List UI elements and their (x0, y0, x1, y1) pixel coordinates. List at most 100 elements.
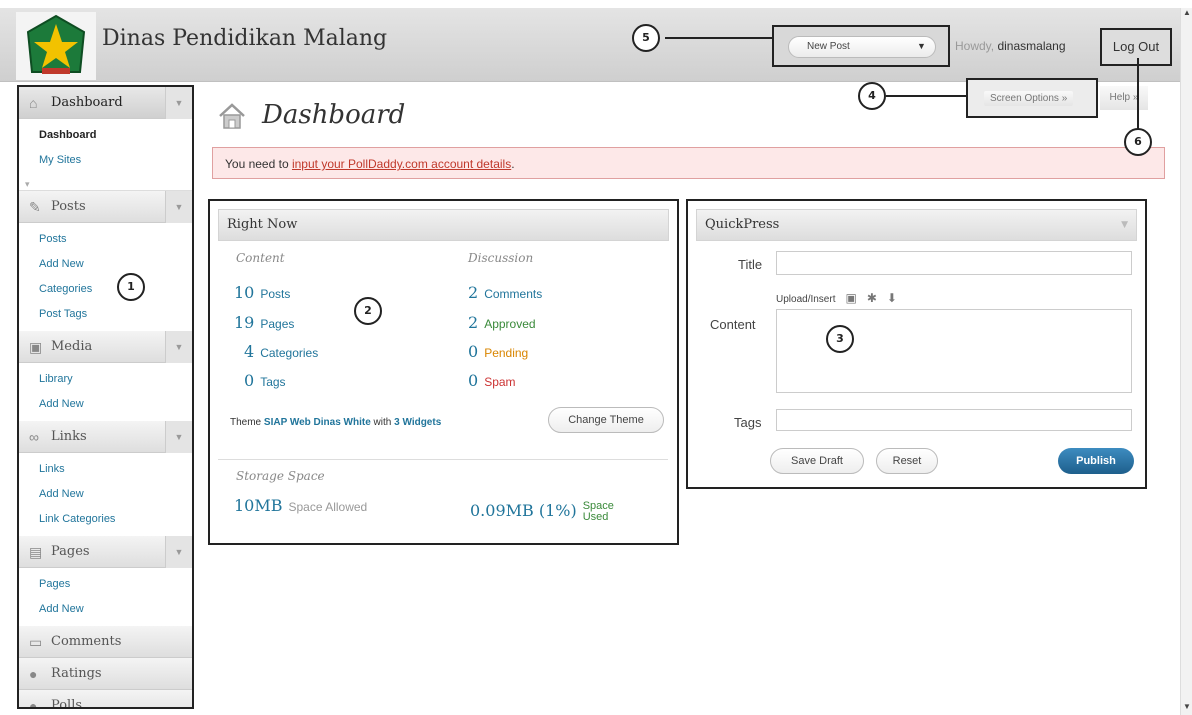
polldaddy-account-link[interactable]: input your PollDaddy.com account details (292, 157, 511, 171)
download-icon[interactable]: ⬇ (887, 291, 897, 305)
help-button[interactable]: Help » (1100, 86, 1148, 110)
stat-posts[interactable]: 10 Posts (234, 283, 290, 302)
submenu-item[interactable]: Add New (39, 392, 192, 417)
submenu-item[interactable]: Posts (39, 227, 192, 252)
logout-button[interactable]: Log Out (1100, 28, 1172, 66)
chevron-down-icon[interactable]: ▼ (917, 41, 926, 51)
menu-dashboard[interactable]: ⌂ Dashboard ▼ (19, 87, 192, 119)
save-draft-button[interactable]: Save Draft (770, 448, 864, 474)
menu-pages[interactable]: ▤ Pages ▼ (19, 536, 192, 568)
page-scrollbar[interactable]: ▲ ▼ (1180, 8, 1192, 715)
site-title[interactable]: Dinas Pendidikan Malang (102, 26, 387, 51)
stat-spam[interactable]: 0 Spam (468, 371, 516, 390)
menu-toggle-icon[interactable]: ▼ (165, 87, 192, 119)
favorite-actions-select[interactable]: New Post ▼ (788, 36, 936, 58)
stat-label: Pages (260, 317, 295, 331)
favorite-actions-dropdown[interactable]: New Post ▼ (772, 25, 950, 67)
theme-prefix: Theme (230, 417, 264, 428)
stat-count: 2 (468, 313, 479, 332)
widget-toggle-icon[interactable]: ▼ (1121, 210, 1128, 240)
stat-count: 10 (234, 283, 255, 302)
submenu-item[interactable]: Dashboard (39, 123, 192, 148)
menu-toggle-icon[interactable]: ▼ (165, 421, 192, 453)
menu-posts-label: Posts (51, 199, 86, 214)
submenu-item[interactable]: Link Categories (39, 507, 192, 532)
menu-separator[interactable]: ▾ (19, 177, 192, 191)
upload-insert-label: Upload/Insert (776, 294, 836, 305)
notice-suffix: . (511, 157, 515, 171)
scroll-down-icon[interactable]: ▼ (1183, 702, 1191, 711)
stat-categories[interactable]: 4 Categories (244, 342, 318, 361)
submenu-item[interactable]: Links (39, 457, 192, 482)
submenu-item[interactable]: Add New (39, 252, 192, 277)
submenu-item[interactable]: Add New (39, 482, 192, 507)
submenu-links: Links Add New Link Categories (19, 453, 192, 536)
polls-icon: ● (29, 698, 38, 709)
upload-insert-bar: Upload/Insert ▣ ✱ ⬇ (776, 291, 897, 305)
menu-toggle-icon[interactable]: ▼ (165, 536, 192, 568)
right-now-header[interactable]: Right Now (218, 209, 669, 241)
home-icon: ⌂ (29, 95, 38, 111)
menu-links[interactable]: ∞ Links ▼ (19, 421, 192, 453)
submenu-item[interactable]: Pages (39, 572, 192, 597)
title-label: Title (738, 257, 763, 272)
reset-button[interactable]: Reset (876, 448, 938, 474)
menu-polls-label: Polls (51, 698, 83, 709)
callout-6: 6 (1124, 128, 1152, 156)
space-used-value: 0.09MB (1%) (470, 501, 577, 521)
ratings-icon: ● (29, 666, 38, 682)
scroll-up-icon[interactable]: ▲ (1183, 8, 1191, 17)
menu-comments[interactable]: ▭ Comments (19, 626, 192, 658)
stat-approved[interactable]: 2 Approved (468, 313, 536, 332)
submenu-pages: Pages Add New (19, 568, 192, 626)
change-theme-button[interactable]: Change Theme (548, 407, 664, 433)
submenu-item[interactable]: Post Tags (39, 302, 192, 327)
wp-admin-page: Dinas Pendidikan Malang New Post ▼ Howdy… (0, 0, 1192, 715)
tags-input[interactable] (776, 409, 1132, 431)
submenu-item[interactable]: Categories (39, 277, 192, 302)
image-icon[interactable]: ▣ (845, 291, 856, 305)
menu-polls[interactable]: ● Polls (19, 690, 192, 709)
title-input[interactable] (776, 251, 1132, 275)
admin-header: Dinas Pendidikan Malang New Post ▼ Howdy… (0, 8, 1180, 82)
screen-options-button[interactable]: Screen Options » (984, 91, 1074, 106)
submenu-item[interactable]: Library (39, 367, 192, 392)
stat-count: 4 (244, 342, 255, 361)
stat-label: Posts (260, 287, 291, 301)
menu-toggle-icon[interactable]: ▼ (165, 191, 192, 223)
discussion-heading: Discussion (468, 251, 534, 265)
submenu-item[interactable]: Add New (39, 597, 192, 622)
stat-comments[interactable]: 2 Comments (468, 283, 542, 302)
menu-comments-label: Comments (51, 634, 122, 649)
menu-toggle-icon[interactable]: ▼ (165, 331, 192, 363)
space-used: 0.09MB (1%) Space Used (470, 501, 627, 523)
widgets-link[interactable]: 3 Widgets (394, 417, 441, 428)
dashboard-house-icon (219, 103, 245, 129)
menu-media[interactable]: ▣ Media ▼ (19, 331, 192, 363)
username-link[interactable]: dinasmalang (997, 39, 1065, 53)
stat-count: 2 (468, 283, 479, 302)
submenu-item[interactable]: My Sites (39, 148, 192, 173)
polldaddy-notice: You need to input your PollDaddy.com acc… (212, 147, 1165, 179)
comments-icon: ▭ (29, 634, 43, 650)
space-used-label: Space Used (582, 500, 614, 523)
stat-label: Comments (484, 287, 543, 301)
media-icon[interactable]: ✱ (867, 291, 877, 305)
stat-label: Pending (484, 346, 529, 360)
howdy-prefix: Howdy, (955, 39, 998, 53)
publish-button[interactable]: Publish (1058, 448, 1134, 474)
stat-tags[interactable]: 0 Tags (244, 371, 286, 390)
menu-posts[interactable]: ✎ Posts ▼ (19, 191, 192, 223)
content-textarea[interactable] (776, 309, 1132, 393)
space-allowed: 10MB Space Allowed (234, 496, 367, 516)
site-logo (16, 12, 96, 80)
page-title: Dashboard (262, 100, 406, 130)
menu-pages-label: Pages (51, 544, 90, 559)
quickpress-header[interactable]: QuickPress ▼ (696, 209, 1137, 241)
theme-name-link[interactable]: SIAP Web Dinas White (264, 417, 371, 428)
stat-pending[interactable]: 0 Pending (468, 342, 528, 361)
stat-pages[interactable]: 19 Pages (234, 313, 294, 332)
callout-3: 3 (826, 325, 854, 353)
menu-ratings[interactable]: ● Ratings (19, 658, 192, 690)
submenu-media: Library Add New (19, 363, 192, 421)
